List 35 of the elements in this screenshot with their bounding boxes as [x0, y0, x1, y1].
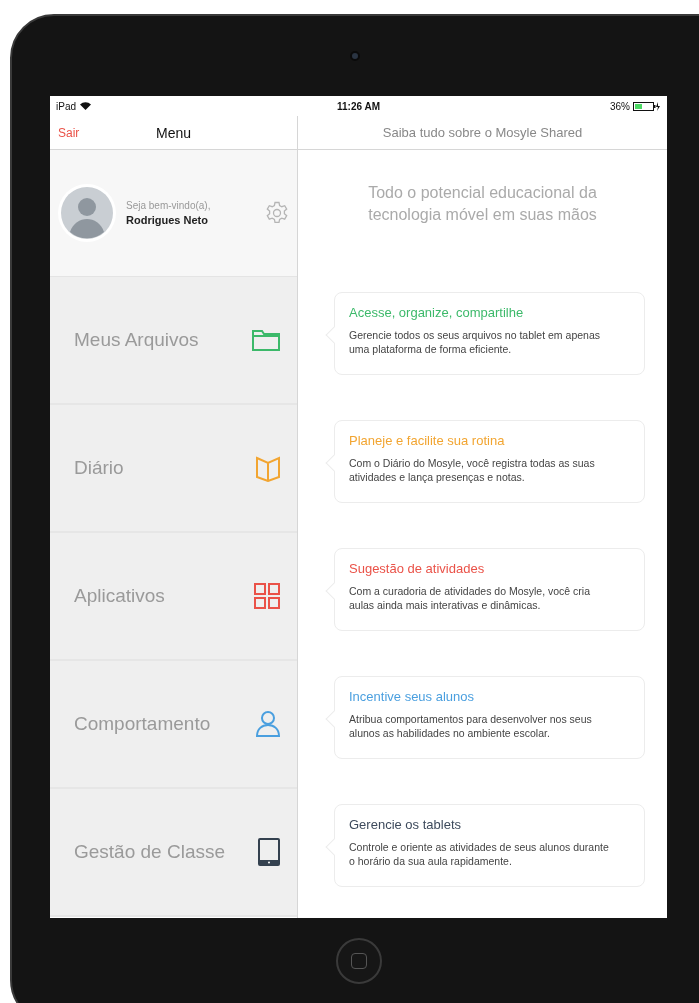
card-text: Controle e oriente as atividades de seus alunos durante o horário da sua aula rapidamente. [349, 840, 610, 868]
card-title: Incentive seus alunos [349, 689, 476, 704]
back-link[interactable]: Sair [58, 125, 80, 140]
detail-title: Saiba tudo sobre o Mosyle Shared [382, 125, 583, 140]
status-time: 11:26 AM [337, 100, 380, 112]
device-name: iPad [56, 100, 76, 112]
folder-icon [251, 328, 281, 352]
wifi-icon [80, 102, 91, 110]
card-text: Atribua comportamentos para desenvolver nos seus alunos as habilidades no ambiente escolar. [349, 712, 593, 740]
menu-title: Menu [156, 124, 191, 141]
user-name: Rodrigues Neto [126, 214, 209, 226]
card-text: Com a curadoria de atividades do Mosyle, você cria aulas ainda mais interativas e dinâmicas. [349, 584, 592, 612]
user-icon [255, 710, 281, 738]
settings-icon[interactable] [265, 201, 289, 225]
battery-icon [633, 101, 661, 111]
card-text: Gerencie todos os seus arquivos no tablet em apenas uma plataforma de forma eficiente. [349, 328, 601, 356]
greeting-text: Seja bem-vindo(a), [126, 200, 212, 211]
card-title: Planeje e facilite sua rotina [349, 433, 506, 448]
home-button[interactable] [336, 938, 382, 984]
headline: Todo o potencial educacional da tecnologia móvel em suas mãos [367, 183, 598, 225]
camera-icon [350, 51, 360, 61]
card-title: Gerencie os tablets [349, 817, 462, 832]
menu-item[interactable]: Comportamento [50, 661, 297, 789]
tablet-icon [257, 838, 281, 866]
menu-item[interactable]: Meus Arquivos [50, 277, 297, 405]
menu-item[interactable]: Diário [50, 405, 297, 533]
avatar-icon [58, 184, 116, 242]
menu-item[interactable]: Aplicativos [50, 533, 297, 661]
menu-item[interactable]: Gestão de Classe [50, 789, 297, 917]
card-text: Com o Diário do Mosyle, você registra todas as suas atividades e lança presenças e notas. [349, 456, 596, 484]
card-title: Acesse, organize, compartilhe [349, 305, 525, 320]
card-title: Sugestão de atividades [349, 561, 486, 576]
book-icon [255, 454, 281, 482]
battery-percent: 36% [609, 100, 630, 112]
grid-icon [253, 582, 281, 610]
